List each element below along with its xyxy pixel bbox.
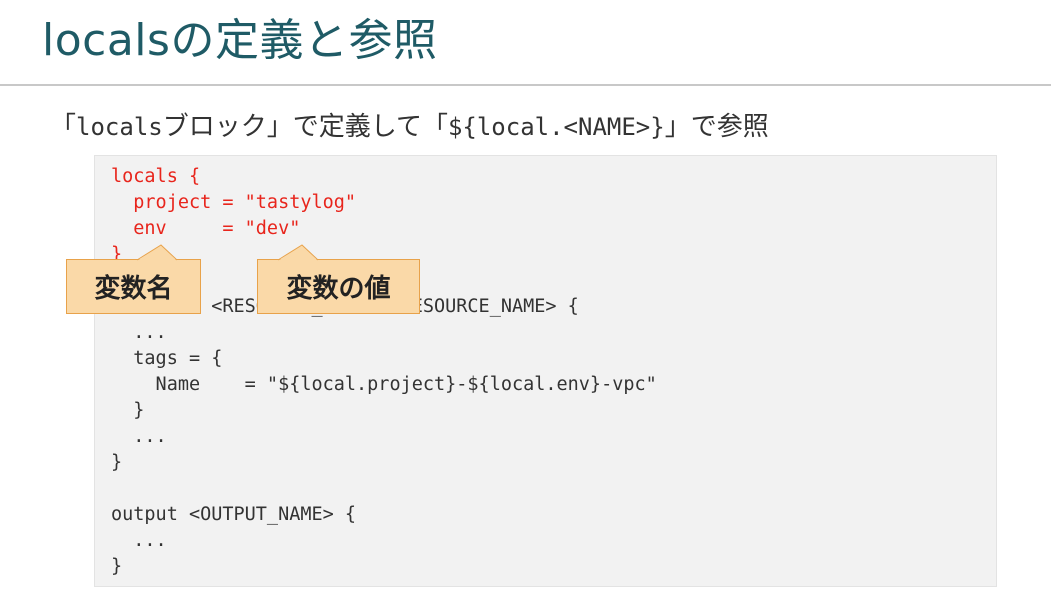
- slide-subtitle: 「localsブロック」で定義して「${local.<NAME>}」で参照: [50, 106, 769, 143]
- code-line-3: env = "dev": [111, 218, 301, 239]
- callout-pointer: [277, 244, 319, 261]
- code-line-2: project = "tastylog": [111, 192, 357, 213]
- slide-title: localsの定義と参照: [42, 15, 438, 66]
- subtitle-code-locals: locals: [76, 113, 163, 141]
- title-divider: [0, 84, 1051, 86]
- callout-variable-value: 変数の値: [257, 244, 420, 314]
- subtitle-text-define: ブロック」で定義して「: [162, 112, 448, 142]
- code-line-9: Name = "${local.project}-${local.env}-vp…: [111, 374, 657, 395]
- code-line-11: ...: [111, 426, 167, 447]
- callout-pointer: [136, 244, 178, 261]
- callout-variable-value-label: 変数の値: [286, 274, 391, 304]
- code-line-1: locals {: [111, 166, 201, 187]
- code-line-14: output <OUTPUT_NAME> {: [111, 504, 357, 525]
- code-line-15: ...: [111, 530, 167, 551]
- code-line-8: tags = {: [111, 348, 223, 369]
- callout-variable-name: 変数名: [66, 244, 201, 314]
- subtitle-text-reference: 」で参照: [664, 112, 769, 142]
- subtitle-code-reference: ${local.<NAME>}: [447, 113, 665, 141]
- subtitle-open-bracket: 「: [50, 112, 77, 142]
- code-line-12: }: [111, 452, 123, 473]
- code-line-10: }: [111, 400, 145, 421]
- code-line-16: }: [111, 556, 123, 577]
- code-line-7: ...: [111, 322, 167, 343]
- code-block: locals { project = "tastylog" env = "dev…: [94, 155, 997, 587]
- callout-variable-name-label: 変数名: [94, 274, 173, 304]
